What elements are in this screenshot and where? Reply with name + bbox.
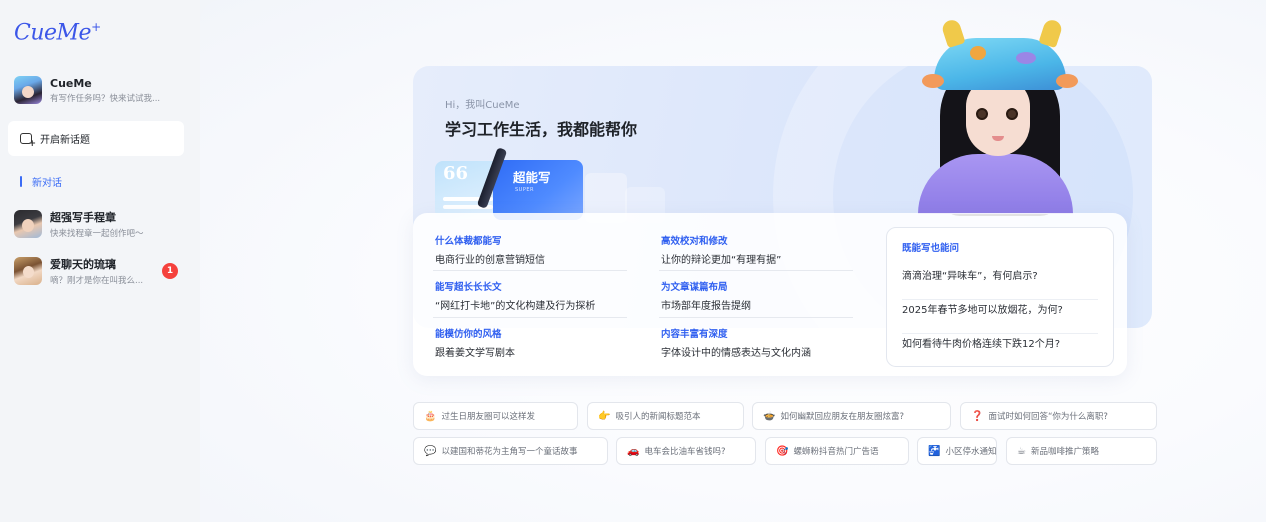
chat-preview: 嘀？刚才是你在叫我么... bbox=[50, 276, 144, 286]
suggestion-label: 螺蛳粉抖音热门广告语 bbox=[793, 447, 879, 457]
question-item[interactable]: 滴滴治理“异味车”，有何启示? bbox=[902, 266, 1098, 300]
feature-title: 能写超长长长文 bbox=[435, 282, 502, 293]
question-box: 既能写也能问 滴滴治理“异味车”，有何启示? 2025年春节多地可以放烟花，为何… bbox=[886, 227, 1114, 367]
suggestion-label: 吸引人的新闻标题范本 bbox=[615, 412, 701, 422]
profile-cueme[interactable]: CueMe 有写作任务吗？快来试试我... bbox=[14, 76, 194, 104]
feature-item[interactable]: 能模仿你的风格 跟着姜文学写剧本 bbox=[435, 326, 635, 359]
pointing-hand-icon: 👉 bbox=[598, 410, 611, 422]
question-item[interactable]: 如何看待牛肉价格连续下跌12个月? bbox=[902, 334, 1098, 368]
feature-title: 什么体裁都能写 bbox=[435, 236, 502, 247]
feature-desc: 电商行业的创意营销短信 bbox=[435, 255, 545, 266]
car-icon: 🚗 bbox=[627, 445, 640, 457]
chat-item-liuli[interactable]: 爱聊天的琉璃 嘀？刚才是你在叫我么... 1 bbox=[14, 256, 194, 286]
feature-title: 高效校对和修改 bbox=[661, 236, 728, 247]
chat-item-chengzhang[interactable]: 超强写手程章 快来找程章一起创作吧～ bbox=[14, 209, 194, 239]
cueme-mascot-illustration bbox=[918, 17, 1088, 216]
feature-desc: 跟着姜文学写剧本 bbox=[435, 348, 515, 359]
suggestion-label: 小区停水通知 bbox=[945, 447, 997, 457]
suggestion-chip[interactable]: ☕ 新品咖啡推广策略 bbox=[1006, 437, 1157, 465]
suggestion-chip[interactable]: 🎂 过生日朋友圈可以这样发 bbox=[413, 402, 578, 430]
suggestion-chip[interactable]: ❓ 面试时如何回答“你为什么离职? bbox=[960, 402, 1157, 430]
unread-badge: 1 bbox=[162, 263, 178, 279]
hero-title: 学习工作生活，我都能帮你 bbox=[445, 120, 638, 139]
pot-icon: 🍲 bbox=[763, 410, 776, 422]
feature-title: 能模仿你的风格 bbox=[435, 329, 502, 340]
super-write-sub: SUPER bbox=[515, 187, 534, 193]
cake-icon: 🎂 bbox=[424, 410, 437, 422]
speech-bubble-icon: 💬 bbox=[424, 445, 437, 457]
chat-preview: 快来找程章一起创作吧～ bbox=[50, 229, 144, 239]
profile-subtitle: 有写作任务吗？快来试试我... bbox=[50, 93, 161, 104]
feature-item[interactable]: 能写超长长长文 “网红打卡地”的文化构建及行为探析 bbox=[435, 279, 635, 312]
coffee-icon: ☕ bbox=[1017, 445, 1026, 457]
feature-desc: 字体设计中的情感表达与文化内涵 bbox=[661, 348, 811, 359]
hero-greeting: Hi，我叫CueMe bbox=[445, 100, 520, 111]
feature-title: 为文章谋篇布局 bbox=[661, 282, 728, 293]
feature-title: 内容丰富有深度 bbox=[661, 329, 728, 340]
feature-item[interactable]: 内容丰富有深度 字体设计中的情感表达与文化内涵 bbox=[661, 326, 861, 359]
new-chat-label: 新对话 bbox=[32, 178, 62, 189]
feature-item[interactable]: 高效校对和修改 让你的辩论更加“有理有据” bbox=[661, 233, 861, 266]
suggestion-chip[interactable]: 🎯 螺蛳粉抖音热门广告语 bbox=[765, 437, 909, 465]
feature-item[interactable]: 为文章谋篇布局 市场部年度报告提纲 bbox=[661, 279, 861, 312]
sidebar: CueMe+ CueMe 有写作任务吗？快来试试我... 开启新话题 新对话 超… bbox=[0, 0, 200, 522]
sidebar-item-new-chat[interactable]: 新对话 bbox=[20, 174, 62, 189]
divider bbox=[659, 270, 853, 271]
avatar bbox=[14, 76, 42, 104]
feature-item[interactable]: 什么体裁都能写 电商行业的创意营销短信 bbox=[435, 233, 635, 266]
suggestion-chip[interactable]: 🚗 电车会比油车省钱吗? bbox=[616, 437, 756, 465]
divider bbox=[433, 317, 627, 318]
water-tap-icon: 🚰 bbox=[928, 445, 941, 457]
feature-desc: “网红打卡地”的文化构建及行为探析 bbox=[435, 301, 596, 312]
suggestion-label: 面试时如何回答“你为什么离职? bbox=[988, 412, 1108, 422]
main-area: Hi，我叫CueMe 学习工作生活，我都能帮你 超能写 SUPER 什么体裁都能… bbox=[200, 0, 1266, 522]
suggestion-label: 电车会比油车省钱吗? bbox=[644, 447, 726, 457]
suggestion-label: 以建国和蒂花为主角写一个童话故事 bbox=[441, 447, 578, 457]
suggestion-label: 过生日朋友圈可以这样发 bbox=[441, 412, 535, 422]
feature-desc: 市场部年度报告提纲 bbox=[661, 301, 751, 312]
question-icon: ❓ bbox=[971, 410, 984, 422]
new-topic-button[interactable]: 开启新话题 bbox=[8, 121, 184, 156]
new-topic-label: 开启新话题 bbox=[40, 135, 90, 146]
avatar bbox=[14, 210, 42, 238]
suggestion-chip[interactable]: 👉 吸引人的新闻标题范本 bbox=[587, 402, 744, 430]
question-box-title: 既能写也能问 bbox=[902, 243, 960, 254]
suggestion-chip[interactable]: 💬 以建国和蒂花为主角写一个童话故事 bbox=[413, 437, 608, 465]
divider bbox=[433, 270, 627, 271]
active-indicator bbox=[20, 176, 22, 187]
feature-desc: 让你的辩论更加“有理有据” bbox=[661, 255, 782, 266]
divider bbox=[659, 317, 853, 318]
profile-name: CueMe bbox=[50, 76, 92, 90]
chat-name: 爱聊天的琉璃 bbox=[50, 258, 116, 271]
target-icon: 🎯 bbox=[776, 445, 789, 457]
suggestion-chip[interactable]: 🚰 小区停水通知 bbox=[917, 437, 997, 465]
suggestion-chip[interactable]: 🍲 如何幽默回应朋友在朋友圈炫富? bbox=[752, 402, 951, 430]
cueme-logo[interactable]: CueMe+ bbox=[14, 20, 101, 45]
chat-name: 超强写手程章 bbox=[50, 211, 116, 224]
feature-panel: 什么体裁都能写 电商行业的创意营销短信 能写超长长长文 “网红打卡地”的文化构建… bbox=[413, 213, 1127, 376]
new-topic-icon bbox=[20, 133, 36, 149]
logo-star-icon: + bbox=[91, 20, 101, 34]
avatar bbox=[14, 257, 42, 285]
suggestion-label: 新品咖啡推广策略 bbox=[1030, 447, 1099, 457]
suggestion-label: 如何幽默回应朋友在朋友圈炫富? bbox=[780, 412, 904, 422]
super-write-label: 超能写 bbox=[513, 170, 551, 185]
question-item[interactable]: 2025年春节多地可以放烟花，为何? bbox=[902, 300, 1098, 334]
